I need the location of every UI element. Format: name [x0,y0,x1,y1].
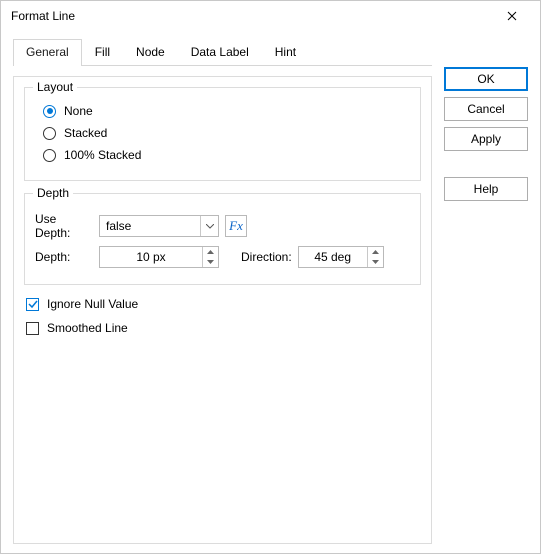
layout-legend: Layout [33,80,77,94]
checkbox-smoothed-line[interactable] [26,322,39,335]
radio-stacked[interactable] [43,127,56,140]
tab-general[interactable]: General [13,39,82,66]
titlebar: Format Line [1,1,540,31]
ignore-null-label: Ignore Null Value [47,297,138,311]
radio-none-label: None [64,104,93,118]
window-title: Format Line [11,9,492,23]
depth-value: 10 px [100,250,202,264]
apply-button[interactable]: Apply [444,127,528,151]
radio-none[interactable] [43,105,56,118]
depth-label: Depth: [35,250,93,264]
fx-button[interactable]: Fx [225,215,247,237]
depth-legend: Depth [33,186,73,200]
depth-group: Depth Use Depth: false Fx [24,193,421,285]
close-icon [507,11,517,21]
direction-value: 45 deg [299,250,367,264]
tab-panel-general: Layout None Stacked 100% Stacked [13,76,432,544]
depth-spinner[interactable]: 10 px [99,246,219,268]
radio-stacked-label: Stacked [64,126,107,140]
depth-spin-buttons[interactable] [202,247,218,267]
tab-data-label[interactable]: Data Label [178,39,262,65]
radio-100-stacked[interactable] [43,149,56,162]
direction-spinner[interactable]: 45 deg [298,246,384,268]
radio-100-stacked-label: 100% Stacked [64,148,141,162]
tab-hint[interactable]: Hint [262,39,309,65]
layout-group: Layout None Stacked 100% Stacked [24,87,421,181]
checkbox-ignore-null[interactable] [26,298,39,311]
check-icon [28,299,38,309]
ok-button[interactable]: OK [444,67,528,91]
use-depth-label: Use Depth: [35,212,93,240]
use-depth-value: false [100,219,200,233]
tab-fill[interactable]: Fill [82,39,123,65]
dialog-window: Format Line General Fill Node Data Label… [0,0,541,554]
tab-strip: General Fill Node Data Label Hint [13,39,432,66]
use-depth-combo[interactable]: false [99,215,219,237]
help-button[interactable]: Help [444,177,528,201]
close-button[interactable] [492,2,532,30]
direction-label: Direction: [241,250,292,264]
tab-node[interactable]: Node [123,39,178,65]
chevron-down-icon [200,216,218,236]
smoothed-line-label: Smoothed Line [47,321,128,335]
direction-spin-buttons[interactable] [367,247,383,267]
cancel-button[interactable]: Cancel [444,97,528,121]
